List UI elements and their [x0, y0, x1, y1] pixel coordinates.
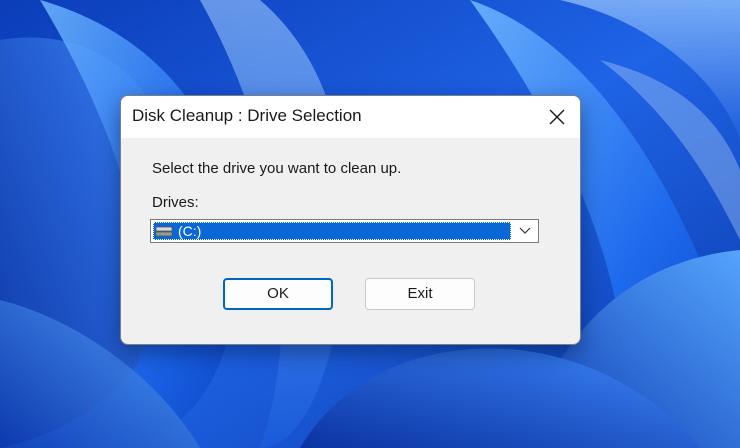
- drives-label: Drives:: [152, 194, 199, 211]
- close-icon: [549, 109, 565, 125]
- ok-button[interactable]: OK: [223, 278, 333, 310]
- exit-button[interactable]: Exit: [365, 278, 475, 310]
- selected-drive-item[interactable]: (C:): [153, 222, 511, 240]
- drives-dropdown[interactable]: (C:): [150, 219, 539, 243]
- close-button[interactable]: [534, 96, 580, 138]
- dropdown-button[interactable]: [512, 220, 538, 242]
- selected-drive-label: (C:): [178, 223, 202, 239]
- instruction-text: Select the drive you want to clean up.: [152, 160, 402, 177]
- drive-icon: [155, 224, 173, 237]
- title-bar[interactable]: Disk Cleanup : Drive Selection: [121, 96, 580, 138]
- disk-cleanup-dialog: Disk Cleanup : Drive Selection Select th…: [120, 95, 581, 345]
- chevron-down-icon: [519, 227, 531, 234]
- dialog-title: Disk Cleanup : Drive Selection: [132, 106, 362, 125]
